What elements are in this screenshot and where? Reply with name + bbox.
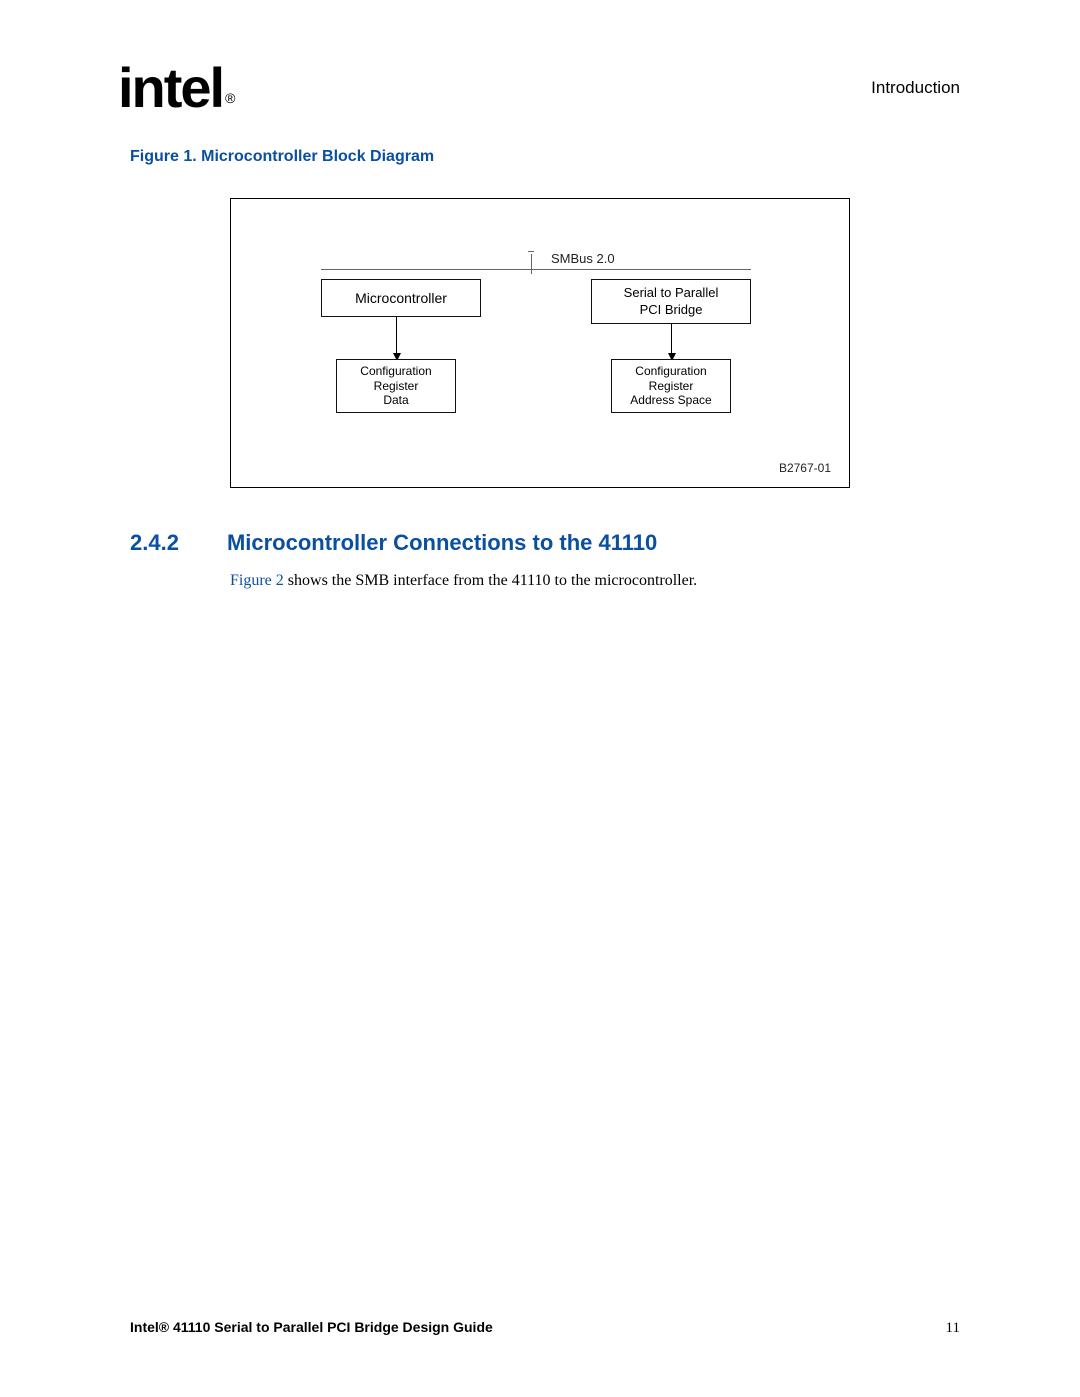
box-config-register-data: Configuration Register Data bbox=[336, 359, 456, 413]
page-header: intel® Introduction bbox=[118, 60, 960, 116]
diagram-code: B2767-01 bbox=[779, 461, 831, 475]
intel-logo: intel® bbox=[118, 60, 231, 116]
cfg2-line1: Configuration bbox=[612, 364, 730, 378]
figure-1-diagram: SMBus 2.0 Microcontroller Serial to Para… bbox=[230, 198, 850, 488]
section-heading-row: 2.4.2 Microcontroller Connections to the… bbox=[130, 530, 657, 556]
box-stp-line1: Serial to Parallel bbox=[592, 285, 750, 301]
box-stp-line2: PCI Bridge bbox=[592, 302, 750, 318]
section-body-text: shows the SMB interface from the 41110 t… bbox=[284, 572, 697, 589]
logo-text: intel bbox=[118, 56, 223, 119]
page-footer: Intel® 41110 Serial to Parallel PCI Brid… bbox=[130, 1319, 960, 1337]
footer-page-number: 11 bbox=[946, 1320, 960, 1337]
header-section-name: Introduction bbox=[871, 78, 960, 98]
cfg1-line3: Data bbox=[337, 393, 455, 407]
box-config-register-address: Configuration Register Address Space bbox=[611, 359, 731, 413]
cfg2-line3: Address Space bbox=[612, 393, 730, 407]
box-microcontroller: Microcontroller bbox=[321, 279, 481, 317]
smbus-label: SMBus 2.0 bbox=[551, 251, 615, 266]
section-body: Figure 2 shows the SMB interface from th… bbox=[230, 572, 697, 590]
figure-2-reference: Figure 2 bbox=[230, 572, 284, 589]
bus-vertical-line bbox=[531, 254, 532, 274]
figure-1-caption: Figure 1. Microcontroller Block Diagram bbox=[130, 148, 434, 166]
footer-doc-title: Intel® 41110 Serial to Parallel PCI Brid… bbox=[130, 1319, 493, 1335]
horizontal-connector bbox=[321, 269, 751, 270]
section-title: Microcontroller Connections to the 41110 bbox=[227, 530, 657, 556]
arrow-line-left bbox=[396, 317, 397, 355]
section-number: 2.4.2 bbox=[130, 530, 179, 556]
cfg2-line2: Register bbox=[612, 379, 730, 393]
registered-mark: ® bbox=[225, 90, 233, 106]
arrow-line-right bbox=[671, 324, 672, 355]
box-microcontroller-label: Microcontroller bbox=[322, 290, 480, 306]
cfg1-line1: Configuration bbox=[337, 364, 455, 378]
cfg1-line2: Register bbox=[337, 379, 455, 393]
bus-tick-mark bbox=[528, 251, 534, 252]
box-serial-parallel-bridge: Serial to Parallel PCI Bridge bbox=[591, 279, 751, 324]
